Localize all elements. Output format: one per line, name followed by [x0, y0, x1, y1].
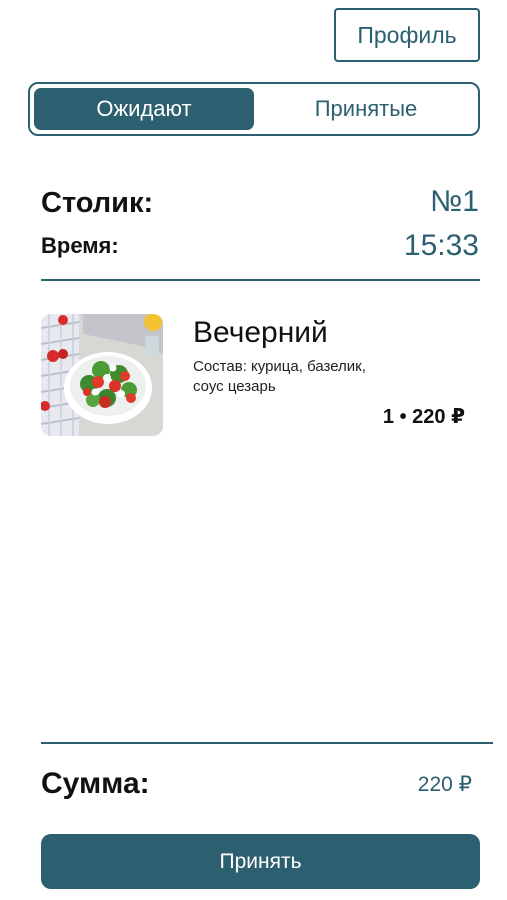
tab-pending[interactable]: Ожидают [34, 88, 254, 130]
status-tabs: Ожидают Принятые [28, 82, 480, 136]
dish-description-line: соус цезарь [193, 378, 276, 395]
summary-divider [41, 742, 493, 744]
profile-button[interactable]: Профиль [334, 8, 480, 62]
dish-name: Вечерний [193, 316, 328, 349]
accept-button[interactable]: Принять [41, 834, 480, 889]
dish-quantity-price: 1 • 220 ₽ [382, 406, 465, 428]
time-value: 15:33 [403, 229, 479, 262]
header-divider [41, 279, 480, 281]
sum-label: Сумма: [41, 767, 150, 800]
salad-photo-icon [41, 314, 163, 436]
sum-value: 220 ₽ [417, 773, 472, 796]
time-label: Время: [41, 233, 119, 258]
table-number: №1 [430, 185, 479, 218]
table-label: Столик: [41, 187, 154, 219]
dish-description: Состав: курица, базелик, соус цезарь [193, 357, 413, 397]
tab-accepted[interactable]: Принятые [268, 88, 464, 130]
dish-description-line: Состав: курица, базелик, [193, 358, 366, 375]
